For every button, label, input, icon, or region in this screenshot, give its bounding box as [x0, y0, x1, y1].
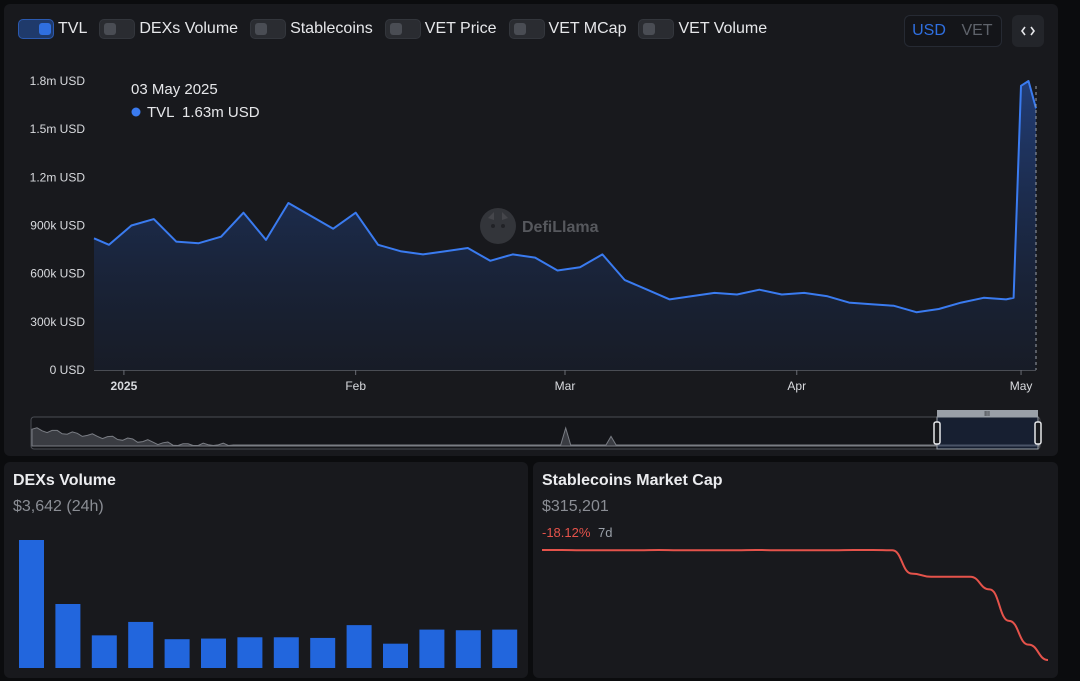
- y-tick-label: 600k USD: [30, 267, 85, 281]
- watermark-text: DefiLlama: [522, 219, 599, 236]
- slider-handle-left[interactable]: [933, 421, 941, 445]
- tooltip-marker: [131, 107, 141, 117]
- volume-bar[interactable]: [492, 629, 518, 668]
- y-tick-label: 900k USD: [30, 219, 85, 233]
- x-axis: 2025 Feb Mar Apr May: [94, 370, 1036, 393]
- volume-bar[interactable]: [55, 604, 81, 668]
- volume-bar[interactable]: [19, 540, 44, 668]
- y-tick-label: 1.2m USD: [30, 170, 86, 184]
- dexs-volume-chart: [19, 540, 518, 668]
- x-tick-label: 2025: [111, 379, 138, 393]
- stablecoins-line: [541, 548, 1049, 661]
- x-tick-label: May: [1010, 379, 1033, 393]
- y-tick-label: 300k USD: [30, 315, 85, 329]
- slider-selection: [936, 416, 1039, 450]
- tooltip-value: 1.63m USD: [182, 104, 260, 121]
- y-tick-label: 0 USD: [50, 363, 86, 377]
- tvl-chart[interactable]: 0 USD 300k USD 600k USD 900k USD 1.2m USD 1.5…: [4, 4, 1058, 456]
- y-axis: 0 USD 300k USD 600k USD 900k USD 1.2m USD 1.5…: [30, 74, 86, 377]
- stablecoins-chart: [541, 548, 1049, 661]
- stablecoins-panel[interactable]: Stablecoins Market Cap $315,201 -18.12% …: [533, 462, 1058, 678]
- svg-text:III: III: [984, 411, 990, 418]
- tvl-chart-panel: TVL DEXs Volume Stablecoins VET Price VE…: [4, 4, 1058, 456]
- volume-bar[interactable]: [237, 637, 263, 668]
- volume-bar[interactable]: [91, 635, 117, 668]
- volume-bar[interactable]: [164, 639, 190, 668]
- volume-bar[interactable]: [201, 638, 226, 668]
- x-tick-label: Apr: [787, 379, 806, 393]
- volume-bar[interactable]: [310, 637, 336, 668]
- volume-bar[interactable]: [455, 630, 481, 668]
- tooltip-date: 03 May 2025: [131, 81, 218, 98]
- volume-bar[interactable]: [419, 629, 445, 668]
- tooltip-series: TVL: [147, 104, 175, 121]
- y-tick-label: 1.8m USD: [30, 74, 86, 88]
- volume-bar[interactable]: [128, 621, 154, 668]
- watermark: DefiLlama: [480, 208, 599, 244]
- volume-bar[interactable]: [346, 625, 372, 668]
- slider-handle-right[interactable]: [1034, 421, 1042, 445]
- x-tick-label: Feb: [345, 379, 366, 393]
- x-tick-label: Mar: [555, 379, 576, 393]
- range-slider[interactable]: III: [30, 410, 1042, 450]
- volume-bar[interactable]: [273, 637, 299, 668]
- tooltip: 03 May 2025 TVL 1.63m USD: [131, 81, 260, 121]
- y-tick-label: 1.5m USD: [30, 122, 86, 136]
- volume-bar[interactable]: [383, 643, 408, 668]
- dexs-volume-panel[interactable]: DEXs Volume $3,642 (24h): [4, 462, 528, 678]
